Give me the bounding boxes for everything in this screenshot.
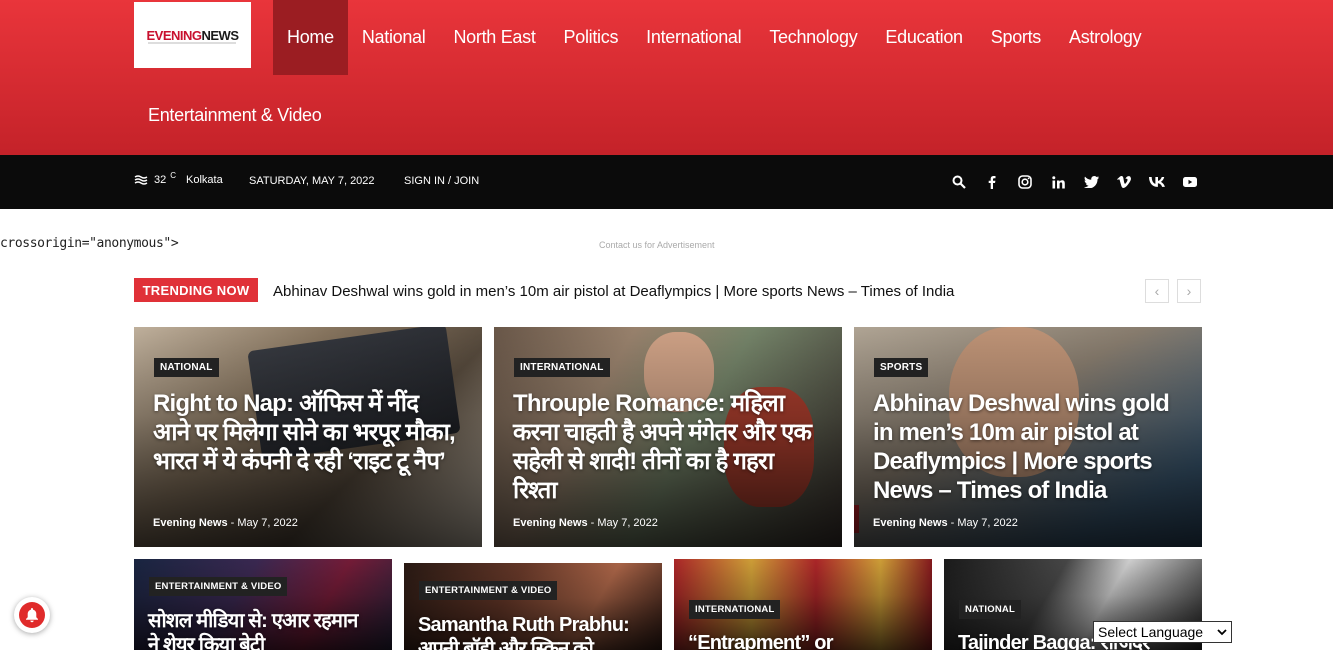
card-meta: Evening News - May 7, 2022: [153, 517, 298, 529]
card-category[interactable]: NATIONAL: [154, 358, 219, 377]
featured-card-2[interactable]: INTERNATIONAL Throuple Romance: महिला कर…: [494, 327, 842, 547]
advertisement-note[interactable]: Contact us for Advertisement: [599, 240, 715, 250]
card-date: May 7, 2022: [597, 517, 658, 529]
site-header: EVENINGNEWS Home National North East Pol…: [0, 0, 1333, 155]
card-title[interactable]: “Entrapment” or: [688, 631, 908, 650]
card-title[interactable]: Samantha Ruth Prabhu: अपनी बॉडी और स्किन…: [418, 613, 638, 650]
top-bar: 32 C Kolkata SATURDAY, MAY 7, 2022 SIGN I…: [0, 155, 1333, 209]
card-meta: Evening News - May 7, 2022: [873, 517, 1018, 529]
notification-bell-button[interactable]: [14, 597, 50, 633]
social-icons: [949, 172, 1200, 192]
bell-icon: [19, 602, 45, 628]
twitter-icon[interactable]: [1081, 172, 1101, 192]
trending-prev-button[interactable]: ‹: [1145, 279, 1169, 303]
nav-item-national[interactable]: National: [348, 0, 440, 75]
trending-label: TRENDING NOW: [134, 278, 258, 302]
nav-item-technology[interactable]: Technology: [755, 0, 871, 75]
weather-widget: 32 C Kolkata: [134, 170, 223, 186]
card-category[interactable]: INTERNATIONAL: [689, 600, 781, 619]
main-nav-row2: Entertainment & Video: [134, 80, 335, 150]
nav-item-north-east[interactable]: North East: [439, 0, 549, 75]
card-category[interactable]: NATIONAL: [959, 600, 1021, 619]
logo-text-red: EVENING: [146, 27, 202, 43]
nav-item-entertainment[interactable]: Entertainment & Video: [134, 78, 335, 153]
language-select-value: Select Language: [1098, 624, 1204, 640]
nav-item-education[interactable]: Education: [871, 0, 976, 75]
card-category[interactable]: INTERNATIONAL: [514, 358, 610, 377]
nav-item-international[interactable]: International: [632, 0, 755, 75]
nav-item-home[interactable]: Home: [273, 0, 348, 75]
facebook-icon[interactable]: [982, 172, 1002, 192]
chevron-down-icon: [1217, 628, 1227, 635]
card-author[interactable]: Evening News: [513, 517, 588, 529]
featured-card-1[interactable]: NATIONAL Right to Nap: ऑफिस में नींद आने…: [134, 327, 482, 547]
card-date: May 7, 2022: [237, 517, 298, 529]
stray-markup-text: crossorigin="anonymous">: [0, 236, 179, 251]
logo-text: EVENINGNEWS: [146, 27, 240, 43]
signin-link[interactable]: SIGN IN / JOIN: [404, 175, 479, 187]
language-select[interactable]: Select Language: [1093, 621, 1232, 643]
card-date: May 7, 2022: [957, 517, 1018, 529]
logo-text-dark: NEWS: [201, 27, 240, 43]
weather-icon: [134, 175, 148, 185]
vk-icon[interactable]: [1147, 172, 1167, 192]
card-meta: Evening News - May 7, 2022: [513, 517, 658, 529]
card-author[interactable]: Evening News: [873, 517, 948, 529]
nav-item-astrology[interactable]: Astrology: [1055, 0, 1155, 75]
site-logo[interactable]: EVENINGNEWS: [134, 2, 251, 68]
card-title[interactable]: सोशल मीडिया से: एआर रहमान ने शेयर किया ब…: [148, 609, 368, 650]
nav-item-sports[interactable]: Sports: [977, 0, 1055, 75]
card-category[interactable]: ENTERTAINMENT & VIDEO: [149, 577, 288, 596]
vimeo-icon[interactable]: [1114, 172, 1134, 192]
secondary-card-2[interactable]: ENTERTAINMENT & VIDEO Samantha Ruth Prab…: [404, 563, 662, 650]
secondary-card-3[interactable]: INTERNATIONAL “Entrapment” or: [674, 559, 932, 650]
temperature-value: 32: [154, 174, 167, 186]
search-icon[interactable]: [949, 172, 969, 192]
card-title[interactable]: Throuple Romance: महिला करना चाहती है अप…: [513, 389, 818, 505]
card-title[interactable]: Abhinav Deshwal wins gold in men’s 10m a…: [873, 389, 1178, 505]
instagram-icon[interactable]: [1015, 172, 1035, 192]
card-author[interactable]: Evening News: [153, 517, 228, 529]
card-category[interactable]: ENTERTAINMENT & VIDEO: [419, 581, 558, 600]
trending-headline[interactable]: Abhinav Deshwal wins gold in men’s 10m a…: [273, 283, 954, 300]
main-nav: Home National North East Politics Intern…: [273, 0, 1155, 75]
nav-item-politics[interactable]: Politics: [550, 0, 633, 75]
current-date: SATURDAY, MAY 7, 2022: [249, 175, 375, 187]
linkedin-icon[interactable]: [1048, 172, 1068, 192]
card-title[interactable]: Right to Nap: ऑफिस में नींद आने पर मिलेग…: [153, 389, 458, 476]
logo-underline: [148, 42, 236, 44]
card-category[interactable]: SPORTS: [874, 358, 929, 377]
temperature-unit: C: [170, 170, 177, 180]
weather-city: Kolkata: [186, 174, 223, 186]
trending-next-button[interactable]: ›: [1177, 279, 1201, 303]
secondary-card-1[interactable]: ENTERTAINMENT & VIDEO सोशल मीडिया से: एआ…: [134, 559, 392, 650]
featured-card-3[interactable]: SPORTS Abhinav Deshwal wins gold in men’…: [854, 327, 1202, 547]
youtube-icon[interactable]: [1180, 172, 1200, 192]
